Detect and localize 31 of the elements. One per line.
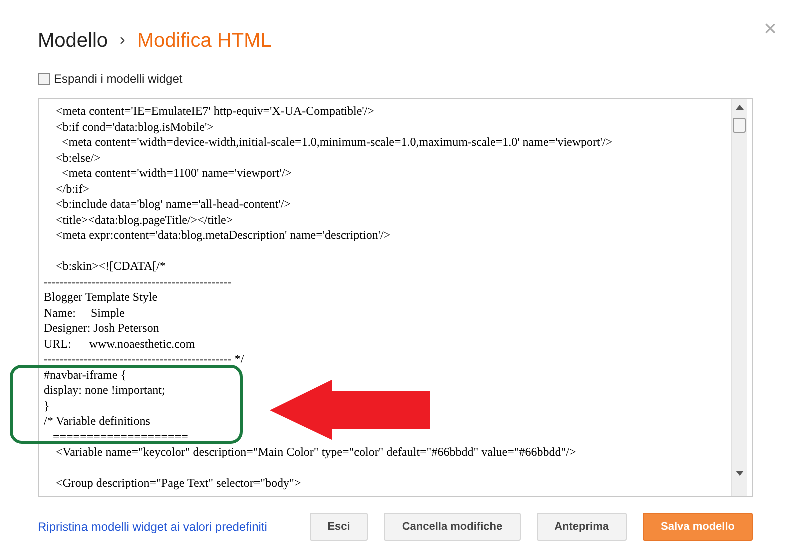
code-line: /* Variable definitions [44,414,150,430]
code-line: <b:include data='blog' name='all-head-content'/> [55,197,291,212]
code-line: ----------------------------------------------- */ [44,352,244,368]
code-line: </b:if> [55,182,90,197]
code-line: Designer: Josh Peterson [44,321,160,336]
code-line: <meta expr:content='data:blog.metaDescription' name='description'/> [55,228,391,244]
code-line: ----------------------------------------------- [44,274,232,290]
dialog-button[interactable]: Cancella modifiche [384,513,521,541]
breadcrumb-separator: › [120,31,126,51]
dialog-button[interactable]: Esci [310,513,368,541]
code-line: <Group description="Page Text" selector="body"> [55,476,302,492]
code-line: URL: www.noaesthetic.com [44,336,196,352]
code-line: } [44,398,50,414]
checkbox-label: Espandi i modelli widget [54,71,183,88]
code-line: <title><data:blog.pageTitle/></title> [55,212,234,228]
code-line: <b:skin><![CDATA[/* [55,259,166,274]
code-line: <meta content='width=device-width,initial-scale=1.0,minimum-scale=1.0,maximum-scale=1.0' name='viewport'/> [61,135,613,150]
dialog-button[interactable]: Anteprima [536,513,628,541]
page-title: Modifica HTML [137,29,272,54]
breadcrumb-parent[interactable]: Modello [38,26,108,56]
code-line: <meta content='IE=EmulateIE7' http-equiv='X-UA-Compatible'/> [55,104,374,120]
code-line: <b:else/> [55,150,101,166]
code-line: Name: Simple [44,306,125,321]
code-line: ==================== [52,430,188,445]
reset-widgets-link[interactable]: Ripristina modelli widget ai valori predefiniti [38,518,268,536]
code-line: display: none !important; [44,383,166,398]
code-line: <b:if cond='data:blog.isMobile'> [55,120,214,135]
code-line: Blogger Template Style [44,290,158,306]
code-line: <meta content='width=1100' name='viewport'/> [61,166,292,182]
code-line: <Variable name="keycolor" description="Main Color" type="color" default="#66bbdd" value="#66bbdd"/> [55,445,576,460]
code-line: #navbar-iframe { [44,368,126,383]
